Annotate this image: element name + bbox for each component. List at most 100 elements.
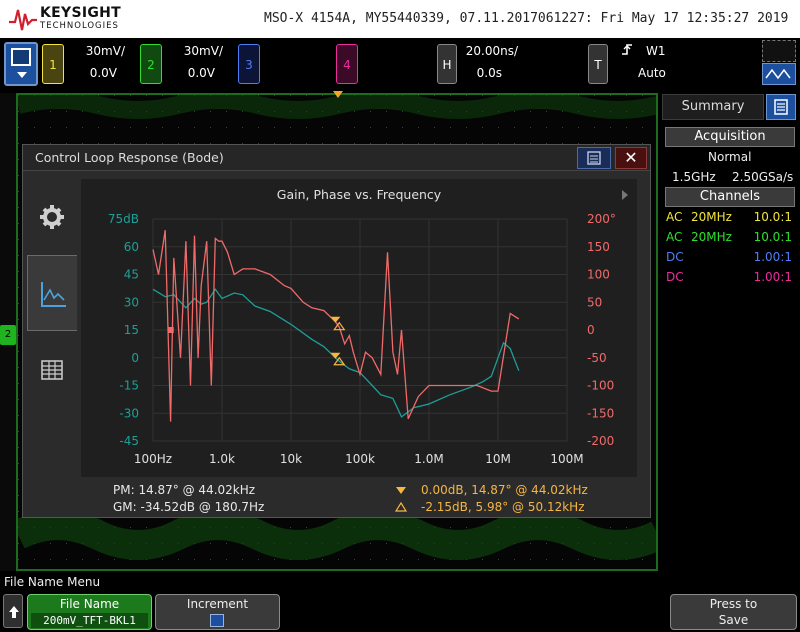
channel-coupling: DC <box>666 270 684 284</box>
dialog-title-bar: Control Loop Response (Bode) ✕ <box>23 145 650 171</box>
increment-checkbox[interactable] <box>210 614 224 627</box>
y-right-tick-label: -150 <box>587 406 614 420</box>
dialog-menu-button[interactable] <box>577 147 611 169</box>
chart-title: Gain, Phase vs. Frequency <box>277 187 442 202</box>
file-name-value: 200mV_TFT-BKL1 <box>31 613 148 628</box>
x-tick-label: 100M <box>550 452 583 466</box>
sidebar-menu-button[interactable] <box>766 94 796 120</box>
y-left-tick-label: 15 <box>124 323 139 337</box>
y-right-tick-label: 100 <box>587 268 610 282</box>
title-bar: KEYSIGHT TECHNOLOGIES MSO-X 4154A, MY554… <box>0 0 800 38</box>
horizontal-button[interactable]: H <box>437 44 457 84</box>
y-left-tick-label: 75dB <box>108 212 139 226</box>
y-right-tick-label: 200° <box>587 212 616 226</box>
table-icon <box>41 360 63 380</box>
press-to-save-softkey[interactable]: Press to Save <box>670 594 797 630</box>
trigger-source: W1 <box>646 44 666 58</box>
model-info: MSO-X 4154A, MY55440339, 07.11.201706122… <box>264 11 789 26</box>
channel-1-offset: 0.0V <box>89 66 117 80</box>
timebase-value: 20.00ns/ <box>465 44 518 58</box>
increment-softkey[interactable]: Increment <box>155 594 280 630</box>
y-left-tick-label: 0 <box>131 351 139 365</box>
channel-2-ground-marker[interactable]: 2 <box>0 325 16 345</box>
channel-bandwidth-limit: 20MHz <box>691 230 732 244</box>
y-right-tick-label: 150 <box>587 240 610 254</box>
channel-1-scale: 30mV/ <box>85 44 125 58</box>
chevron-down-icon <box>17 72 27 78</box>
trigger-button[interactable]: T <box>588 44 608 84</box>
right-sidebar <box>660 93 800 571</box>
cursor-1-marker-icon <box>396 487 406 494</box>
back-button[interactable] <box>3 594 23 628</box>
x-tick-label: 10k <box>280 452 302 466</box>
waveform-measure-icon <box>765 68 791 80</box>
y-right-tick-label: 0 <box>587 323 595 337</box>
delay-value: 0.0s <box>476 66 502 80</box>
dialog-close-button[interactable]: ✕ <box>615 147 647 169</box>
bode-readout: PM: 14.87° @ 44.02kHz GM: -34.52dB @ 180… <box>113 483 633 515</box>
gain-margin-marker <box>167 327 174 333</box>
tab-plot[interactable] <box>27 255 77 331</box>
tab-settings[interactable] <box>27 175 77 251</box>
y-left-tick-label: 45 <box>124 268 139 282</box>
y-left-tick-label: -15 <box>119 379 139 393</box>
zoom-button[interactable] <box>762 40 796 62</box>
chart-icon <box>41 282 66 307</box>
acq-bandwidth: 1.5GHz <box>672 170 716 184</box>
acq-mode: Normal <box>708 150 752 164</box>
file-name-softkey[interactable]: File Name 200mV_TFT-BKL1 <box>27 594 152 630</box>
plot-background <box>81 179 637 477</box>
trigger-position-marker <box>333 91 343 98</box>
acq-sample-rate: 2.50GSa/s <box>732 170 794 184</box>
file-name-label: File Name <box>59 597 120 611</box>
y-right-tick-label: -50 <box>587 351 607 365</box>
trigger-edge-icon <box>622 44 632 55</box>
channel-2-button[interactable]: 2 <box>140 44 162 84</box>
x-tick-label: 10M <box>485 452 511 466</box>
cursor-1-readout: 0.00dB, 14.87° @ 44.02kHz <box>421 483 588 497</box>
channel-2-offset: 0.0V <box>187 66 215 80</box>
channel-coupling: AC <box>666 230 683 244</box>
main-menu-button[interactable] <box>4 42 38 86</box>
channel-probe-ratio: 1.00:1 <box>753 250 792 264</box>
channel-probe-ratio: 10.0:1 <box>753 210 792 224</box>
y-right-tick-label: -100 <box>587 379 614 393</box>
x-tick-label: 100Hz <box>134 452 172 466</box>
press-to-save-line2: Save <box>718 613 749 627</box>
list-icon <box>587 151 601 165</box>
y-right-tick-label: -200 <box>587 434 614 448</box>
channel-probe-ratio: 1.00:1 <box>753 270 792 284</box>
y-left-tick-label: 60 <box>124 240 139 254</box>
channel-1-button[interactable]: 1 <box>42 44 64 84</box>
channel-coupling: DC <box>666 250 684 264</box>
acquisition-header: Acquisition <box>665 127 795 147</box>
bode-chart: Gain, Phase vs. Frequency75dB604530150-1… <box>81 179 637 477</box>
list-icon <box>774 99 788 115</box>
summary-tab[interactable]: Summary <box>662 94 764 120</box>
close-icon: ✕ <box>624 148 638 167</box>
channel-4-button[interactable]: 4 <box>336 44 358 84</box>
channel-3-button[interactable]: 3 <box>238 44 260 84</box>
bode-plot-panel: Gain, Phase vs. Frequency 75dB 60 45 30 15 0 -1… <box>81 179 637 477</box>
channel-2-scale: 30mV/ <box>183 44 223 58</box>
dialog-side-tabs <box>27 175 77 437</box>
bode-dialog: Control Loop Response (Bode) ✕ Gain, Pha… <box>22 144 651 518</box>
phase-margin-readout: PM: 14.87° @ 44.02kHz <box>113 483 256 497</box>
y-left-tick-label: -30 <box>119 406 139 420</box>
arrow-up-icon <box>9 606 19 618</box>
gear-icon <box>40 205 64 229</box>
keysight-logo: KEYSIGHT TECHNOLOGIES <box>8 4 138 34</box>
channels-header: Channels <box>665 187 795 207</box>
cursor-2-marker-icon <box>395 502 407 512</box>
y-left-tick-label: 30 <box>124 295 139 309</box>
dialog-title: Control Loop Response (Bode) <box>35 150 224 165</box>
keysight-wave-icon <box>9 9 37 31</box>
tab-table[interactable] <box>27 335 77 411</box>
press-to-save-line1: Press to <box>709 597 758 611</box>
measure-button[interactable] <box>762 63 796 85</box>
channel-probe-ratio: 10.0:1 <box>753 230 792 244</box>
cursor-2-readout: -2.15dB, 5.98° @ 50.12kHz <box>421 500 585 514</box>
trigger-mode: Auto <box>638 66 666 80</box>
brand-name: KEYSIGHT <box>40 5 121 21</box>
brand-sub: TECHNOLOGIES <box>40 21 119 31</box>
